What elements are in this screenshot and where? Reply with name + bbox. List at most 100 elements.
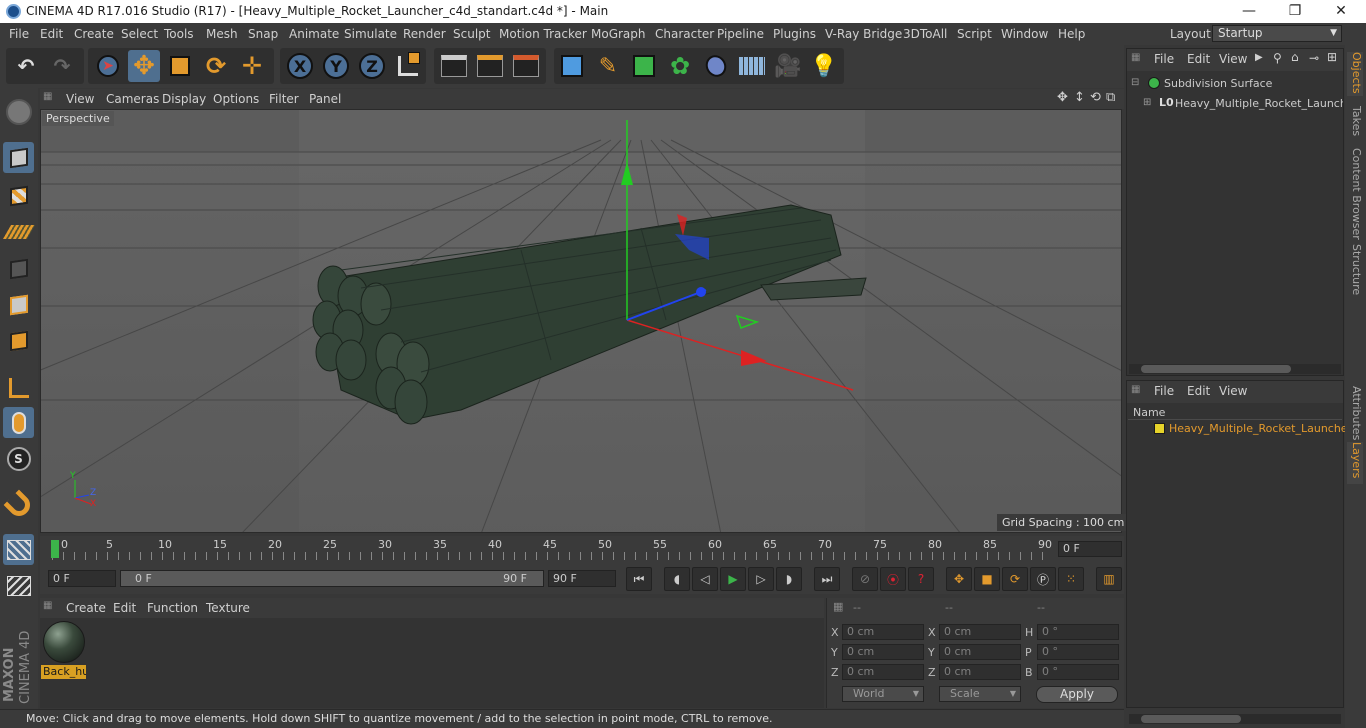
menu-vray-bridge[interactable]: V-Ray Bridge bbox=[825, 27, 902, 41]
layer-scrollbar-thumb[interactable] bbox=[1141, 715, 1241, 723]
viewport-menu-options[interactable]: Options bbox=[213, 92, 259, 106]
menu-simulate[interactable]: Simulate bbox=[344, 27, 397, 41]
range-slider[interactable]: 0 F 90 F bbox=[120, 570, 544, 587]
add-cube-button[interactable] bbox=[556, 50, 588, 82]
motion-path-button[interactable]: ⊘ bbox=[852, 567, 878, 591]
rotate-tool-button[interactable]: ⟳ bbox=[200, 50, 232, 82]
add-mograph-button[interactable]: ✿ bbox=[664, 50, 696, 82]
viewport-menu-panel[interactable]: Panel bbox=[309, 92, 341, 106]
end-frame-field[interactable]: 90 F bbox=[548, 570, 616, 587]
points-mode-button[interactable] bbox=[3, 253, 34, 284]
rotation-b-field[interactable]: 0 ° bbox=[1037, 664, 1119, 680]
close-button[interactable]: ✕ bbox=[1318, 0, 1364, 23]
viewport-menu-display[interactable]: Display bbox=[162, 92, 206, 106]
key-parameter-button[interactable]: Ⓟ bbox=[1030, 567, 1056, 591]
tree-expand-icon[interactable]: ⊟ bbox=[1131, 77, 1143, 89]
pan-view-icon[interactable]: ✥ bbox=[1057, 90, 1068, 105]
timeline-window-button[interactable]: ▥ bbox=[1096, 567, 1122, 591]
menu-window[interactable]: Window bbox=[1001, 27, 1048, 41]
menu-snap[interactable]: Snap bbox=[248, 27, 278, 41]
playhead[interactable] bbox=[51, 540, 59, 558]
key-rotation-button[interactable]: ⟳ bbox=[1002, 567, 1028, 591]
next-frame-button[interactable]: ▷ bbox=[748, 567, 774, 591]
layout-dropdown[interactable]: Startup ▼ bbox=[1212, 25, 1342, 42]
material-menu-edit[interactable]: Edit bbox=[113, 601, 136, 615]
object-menu-view[interactable]: View bbox=[1219, 52, 1247, 66]
add-light-button[interactable]: 💡 bbox=[808, 50, 840, 82]
3d-viewport[interactable] bbox=[40, 109, 1122, 533]
menu-plugins[interactable]: Plugins bbox=[773, 27, 816, 41]
maximize-button[interactable]: ❐ bbox=[1272, 0, 1318, 23]
add-floor-button[interactable] bbox=[736, 50, 768, 82]
menu-create[interactable]: Create bbox=[74, 27, 114, 41]
menu-character[interactable]: Character bbox=[655, 27, 714, 41]
previous-frame-button[interactable]: ◁ bbox=[692, 567, 718, 591]
search-icon[interactable]: ⚲ bbox=[1273, 51, 1282, 65]
make-editable-button[interactable] bbox=[3, 96, 34, 127]
key-position-button[interactable]: ✥ bbox=[946, 567, 972, 591]
redo-button[interactable]: ↷ bbox=[46, 50, 78, 82]
current-frame-field[interactable]: 0 F bbox=[1058, 541, 1122, 557]
object-menu-more-icon[interactable]: ▶ bbox=[1255, 52, 1263, 63]
tab-attributes[interactable]: Attributes bbox=[1347, 386, 1363, 440]
texture-mode-button[interactable] bbox=[3, 180, 34, 211]
coordinate-mode-dropdown[interactable]: World ▼ bbox=[842, 686, 924, 702]
minimize-button[interactable]: — bbox=[1226, 0, 1272, 23]
go-to-end-button[interactable]: ⏭ bbox=[814, 567, 840, 591]
y-axis-lock-button[interactable]: Y bbox=[320, 50, 352, 82]
material-menu-create[interactable]: Create bbox=[66, 601, 106, 615]
viewport-menu-filter[interactable]: Filter bbox=[269, 92, 299, 106]
key-pla-button[interactable]: ⁙ bbox=[1058, 567, 1084, 591]
autokey-button[interactable]: ? bbox=[908, 567, 934, 591]
previous-key-button[interactable]: ◖ bbox=[664, 567, 690, 591]
menu-animate[interactable]: Animate bbox=[289, 27, 339, 41]
start-frame-field[interactable]: 0 F bbox=[48, 570, 116, 587]
layer-menu-file[interactable]: File bbox=[1154, 384, 1174, 398]
key-scale-button[interactable]: ■ bbox=[974, 567, 1000, 591]
material-menu-texture[interactable]: Texture bbox=[206, 601, 250, 615]
model-mode-button[interactable] bbox=[3, 142, 34, 173]
link-icon[interactable]: ⊸ bbox=[1309, 51, 1319, 65]
tab-structure[interactable]: Structure bbox=[1347, 244, 1363, 296]
tab-layers[interactable]: Layers bbox=[1347, 442, 1363, 484]
viewport-menu-view[interactable]: View bbox=[66, 92, 94, 106]
layer-item-rocket-launcher[interactable]: Heavy_Multiple_Rocket_Launcher bbox=[1169, 422, 1352, 435]
move-tool-button[interactable]: ✥ bbox=[128, 50, 160, 82]
tab-content-browser[interactable]: Content Browser bbox=[1347, 148, 1363, 240]
maximize-view-icon[interactable]: ⧉ bbox=[1106, 90, 1115, 105]
z-axis-lock-button[interactable]: Z bbox=[356, 50, 388, 82]
edges-mode-button[interactable] bbox=[3, 289, 34, 320]
object-horizontal-scrollbar[interactable] bbox=[1129, 364, 1341, 374]
tab-objects[interactable]: Objects bbox=[1347, 52, 1363, 96]
x-axis-lock-button[interactable]: X bbox=[284, 50, 316, 82]
menu-script[interactable]: Script bbox=[957, 27, 992, 41]
material-menu-function[interactable]: Function bbox=[147, 601, 198, 615]
rotate-view-icon[interactable]: ⟲ bbox=[1090, 90, 1101, 105]
live-selection-button[interactable]: ➤ bbox=[92, 50, 124, 82]
grid-lock-button[interactable] bbox=[3, 534, 34, 565]
menu-select[interactable]: Select bbox=[121, 27, 158, 41]
record-button[interactable]: ⦿ bbox=[880, 567, 906, 591]
layer-color-swatch[interactable] bbox=[1154, 423, 1165, 434]
render-view-button[interactable] bbox=[438, 50, 470, 82]
layer-column-name[interactable]: Name bbox=[1133, 406, 1165, 419]
add-camera-button[interactable]: 🎥 bbox=[772, 50, 804, 82]
tweak-mode-button[interactable] bbox=[3, 407, 34, 438]
object-menu-file[interactable]: File bbox=[1154, 52, 1174, 66]
next-key-button[interactable]: ◗ bbox=[776, 567, 802, 591]
timeline[interactable] bbox=[40, 536, 1124, 564]
add-deformer-button[interactable] bbox=[700, 50, 732, 82]
undo-button[interactable]: ↶ bbox=[10, 50, 42, 82]
go-to-start-button[interactable]: ⏮ bbox=[626, 567, 652, 591]
render-picture-viewer-button[interactable] bbox=[474, 50, 506, 82]
new-panel-icon[interactable]: ⊞ bbox=[1327, 50, 1337, 64]
position-y-field[interactable]: 0 cm bbox=[842, 644, 924, 660]
object-scrollbar-thumb[interactable] bbox=[1141, 365, 1291, 373]
layer-horizontal-scrollbar[interactable] bbox=[1129, 714, 1341, 724]
object-menu-edit[interactable]: Edit bbox=[1187, 52, 1210, 66]
apply-button[interactable]: Apply bbox=[1036, 686, 1118, 703]
tab-takes[interactable]: Takes bbox=[1347, 106, 1363, 138]
position-z-field[interactable]: 0 cm bbox=[842, 664, 924, 680]
size-x-field[interactable]: 0 cm bbox=[939, 624, 1021, 640]
menu-motion-tracker[interactable]: Motion Tracker bbox=[499, 27, 587, 41]
